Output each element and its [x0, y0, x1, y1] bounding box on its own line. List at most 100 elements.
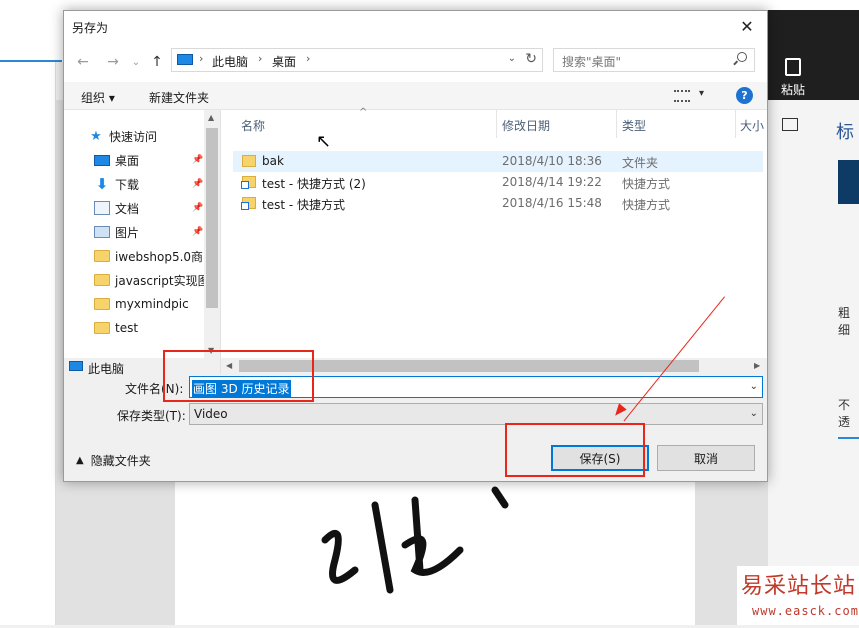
- nav-item-folder[interactable]: iwebshop5.0商: [94, 245, 204, 267]
- file-date: 2018/4/16 15:48: [502, 196, 602, 210]
- nav-item-folder[interactable]: javascript实现图: [94, 269, 204, 291]
- nav-item-label: test: [115, 321, 139, 335]
- filetype-select[interactable]: Video ⌄: [189, 403, 763, 425]
- nav-item-label: 文档: [115, 201, 140, 216]
- chevron-down-icon[interactable]: ▾: [699, 88, 704, 99]
- nav-item-pictures[interactable]: 图片: [94, 221, 204, 243]
- chevron-down-icon[interactable]: ⌄: [508, 53, 516, 64]
- folder-icon: [94, 274, 110, 286]
- pin-icon[interactable]: 📌: [192, 227, 203, 237]
- cancel-button[interactable]: 取消: [657, 445, 755, 471]
- chevron-right-icon[interactable]: ›: [199, 52, 203, 65]
- file-type: 快捷方式: [622, 198, 671, 212]
- filetype-value: Video: [194, 407, 228, 421]
- file-date: 2018/4/10 18:36: [502, 154, 602, 168]
- nav-item-label: 下载: [115, 177, 140, 192]
- nav-item-label: javascript实现图: [115, 273, 204, 288]
- save-as-dialog: 另存为 ✕ ← → ⌄ ↑ › 此电脑 › 桌面 › ⌄ ↻ 搜索"桌面" 组织…: [63, 10, 768, 482]
- close-button[interactable]: ✕: [727, 11, 767, 42]
- table-row[interactable]: bak 2018/4/10 18:36 文件夹: [233, 151, 763, 172]
- column-divider[interactable]: [735, 110, 736, 138]
- nav-item-documents[interactable]: 文档: [94, 197, 204, 219]
- folder-icon: [94, 322, 110, 334]
- column-divider[interactable]: [616, 110, 617, 138]
- nav-item-label: 快速访问: [109, 129, 158, 144]
- help-icon[interactable]: ?: [736, 87, 753, 104]
- folder-icon: [94, 298, 110, 310]
- document-icon: [94, 201, 110, 215]
- search-input[interactable]: 搜索"桌面": [553, 48, 755, 72]
- table-row[interactable]: test - 快捷方式 2018/4/16 15:48 快捷方式: [233, 193, 763, 214]
- folder-icon: [94, 250, 110, 262]
- chevron-right-icon[interactable]: ›: [258, 52, 262, 65]
- file-date: 2018/4/14 19:22: [502, 175, 602, 189]
- new-folder-button[interactable]: 新建文件夹: [149, 89, 209, 106]
- column-header-size[interactable]: 大小: [740, 113, 764, 137]
- table-row[interactable]: test - 快捷方式 (2) 2018/4/14 19:22 快捷方式: [233, 172, 763, 193]
- column-header-type[interactable]: 类型: [622, 113, 646, 137]
- computer-icon: [177, 54, 193, 65]
- search-placeholder: 搜索"桌面": [562, 55, 622, 69]
- nav-item-label: 桌面: [115, 153, 140, 168]
- nav-item-desktop[interactable]: 桌面: [94, 149, 204, 171]
- breadcrumb-this-pc[interactable]: 此电脑: [212, 53, 248, 70]
- file-type: 快捷方式: [622, 177, 671, 191]
- pin-icon[interactable]: 📌: [192, 203, 203, 213]
- organize-button[interactable]: 组织 ▾: [81, 89, 115, 106]
- nav-item-quick-access[interactable]: ★ 快速访问: [88, 125, 198, 147]
- nav-item-folder[interactable]: test: [94, 317, 204, 339]
- navigation-bar: ← → ⌄ ↑ › 此电脑 › 桌面 › ⌄ ↻ 搜索"桌面": [64, 42, 767, 82]
- dialog-titlebar: 另存为 ✕: [64, 11, 767, 42]
- paste-icon[interactable]: [785, 58, 801, 76]
- watermark-text: 易采站长站: [741, 574, 857, 599]
- chevron-down-icon[interactable]: ⌄: [750, 381, 758, 392]
- pin-icon[interactable]: 📌: [192, 179, 203, 189]
- navpane-scrollbar[interactable]: ▲ ▼: [204, 110, 220, 358]
- nav-item-label: myxmindpic: [115, 297, 189, 311]
- column-divider[interactable]: [496, 110, 497, 138]
- refresh-icon[interactable]: ↻: [525, 51, 537, 67]
- nav-item-folder[interactable]: myxmindpic: [94, 293, 204, 315]
- hide-folders-toggle[interactable]: ▲ 隐藏文件夹: [76, 452, 151, 469]
- recent-dropdown-icon[interactable]: ⌄: [127, 53, 145, 71]
- breadcrumb-desktop[interactable]: 桌面: [272, 53, 296, 70]
- address-bar[interactable]: › 此电脑 › 桌面 › ⌄ ↻: [171, 48, 543, 72]
- close-icon: ✕: [740, 17, 754, 36]
- image-icon[interactable]: [782, 118, 798, 131]
- command-bar: 组织 ▾ 新建文件夹 ▾ ?: [64, 82, 767, 110]
- column-header-name[interactable]: 名称: [241, 113, 265, 137]
- brush-preview[interactable]: [838, 160, 859, 204]
- file-list: ^ 名称 修改日期 类型 大小 bak 2018/4/10 18:36 文件夹 …: [221, 107, 767, 358]
- navigation-pane: ★ 快速访问 桌面 📌 ⬇ 下载 📌 文档 📌 图片 📌 iwebshop5.0…: [64, 110, 220, 358]
- nav-item-label: iwebshop5.0商: [115, 249, 204, 264]
- up-icon[interactable]: ↑: [148, 53, 166, 71]
- annotation-highlight-save: [505, 423, 645, 477]
- scrollbar-thumb[interactable]: [206, 128, 218, 308]
- computer-icon: [69, 361, 83, 371]
- thickness-label: 粗细: [838, 306, 851, 337]
- chevron-down-icon[interactable]: ⌄: [750, 408, 758, 419]
- forward-icon[interactable]: →: [104, 53, 122, 71]
- file-name: test - 快捷方式: [262, 198, 346, 212]
- desktop-icon: [94, 154, 110, 166]
- paste-label[interactable]: 粘贴: [781, 81, 805, 98]
- chevron-right-icon[interactable]: ▶: [754, 361, 760, 370]
- annotation-highlight-filename: [163, 350, 314, 402]
- opacity-slider[interactable]: [838, 437, 859, 439]
- pin-icon[interactable]: 📌: [192, 155, 203, 165]
- search-icon: [737, 52, 747, 62]
- view-options-icon[interactable]: [674, 90, 690, 102]
- star-icon: ★: [90, 128, 102, 144]
- back-icon[interactable]: ←: [74, 53, 92, 71]
- side-panel-title: 标: [836, 122, 854, 143]
- column-header-date[interactable]: 修改日期: [502, 113, 550, 137]
- chevron-up-icon[interactable]: ▲: [208, 113, 214, 122]
- chevron-right-icon[interactable]: ›: [306, 52, 310, 65]
- nav-item-this-pc[interactable]: 此电脑: [88, 360, 124, 377]
- download-icon: ⬇: [95, 175, 109, 193]
- file-name: bak: [262, 154, 284, 168]
- file-type: 文件夹: [622, 156, 659, 170]
- opacity-label: 不透: [838, 398, 851, 429]
- mouse-cursor-icon: ↖: [316, 131, 332, 152]
- nav-item-downloads[interactable]: ⬇ 下载: [94, 173, 204, 195]
